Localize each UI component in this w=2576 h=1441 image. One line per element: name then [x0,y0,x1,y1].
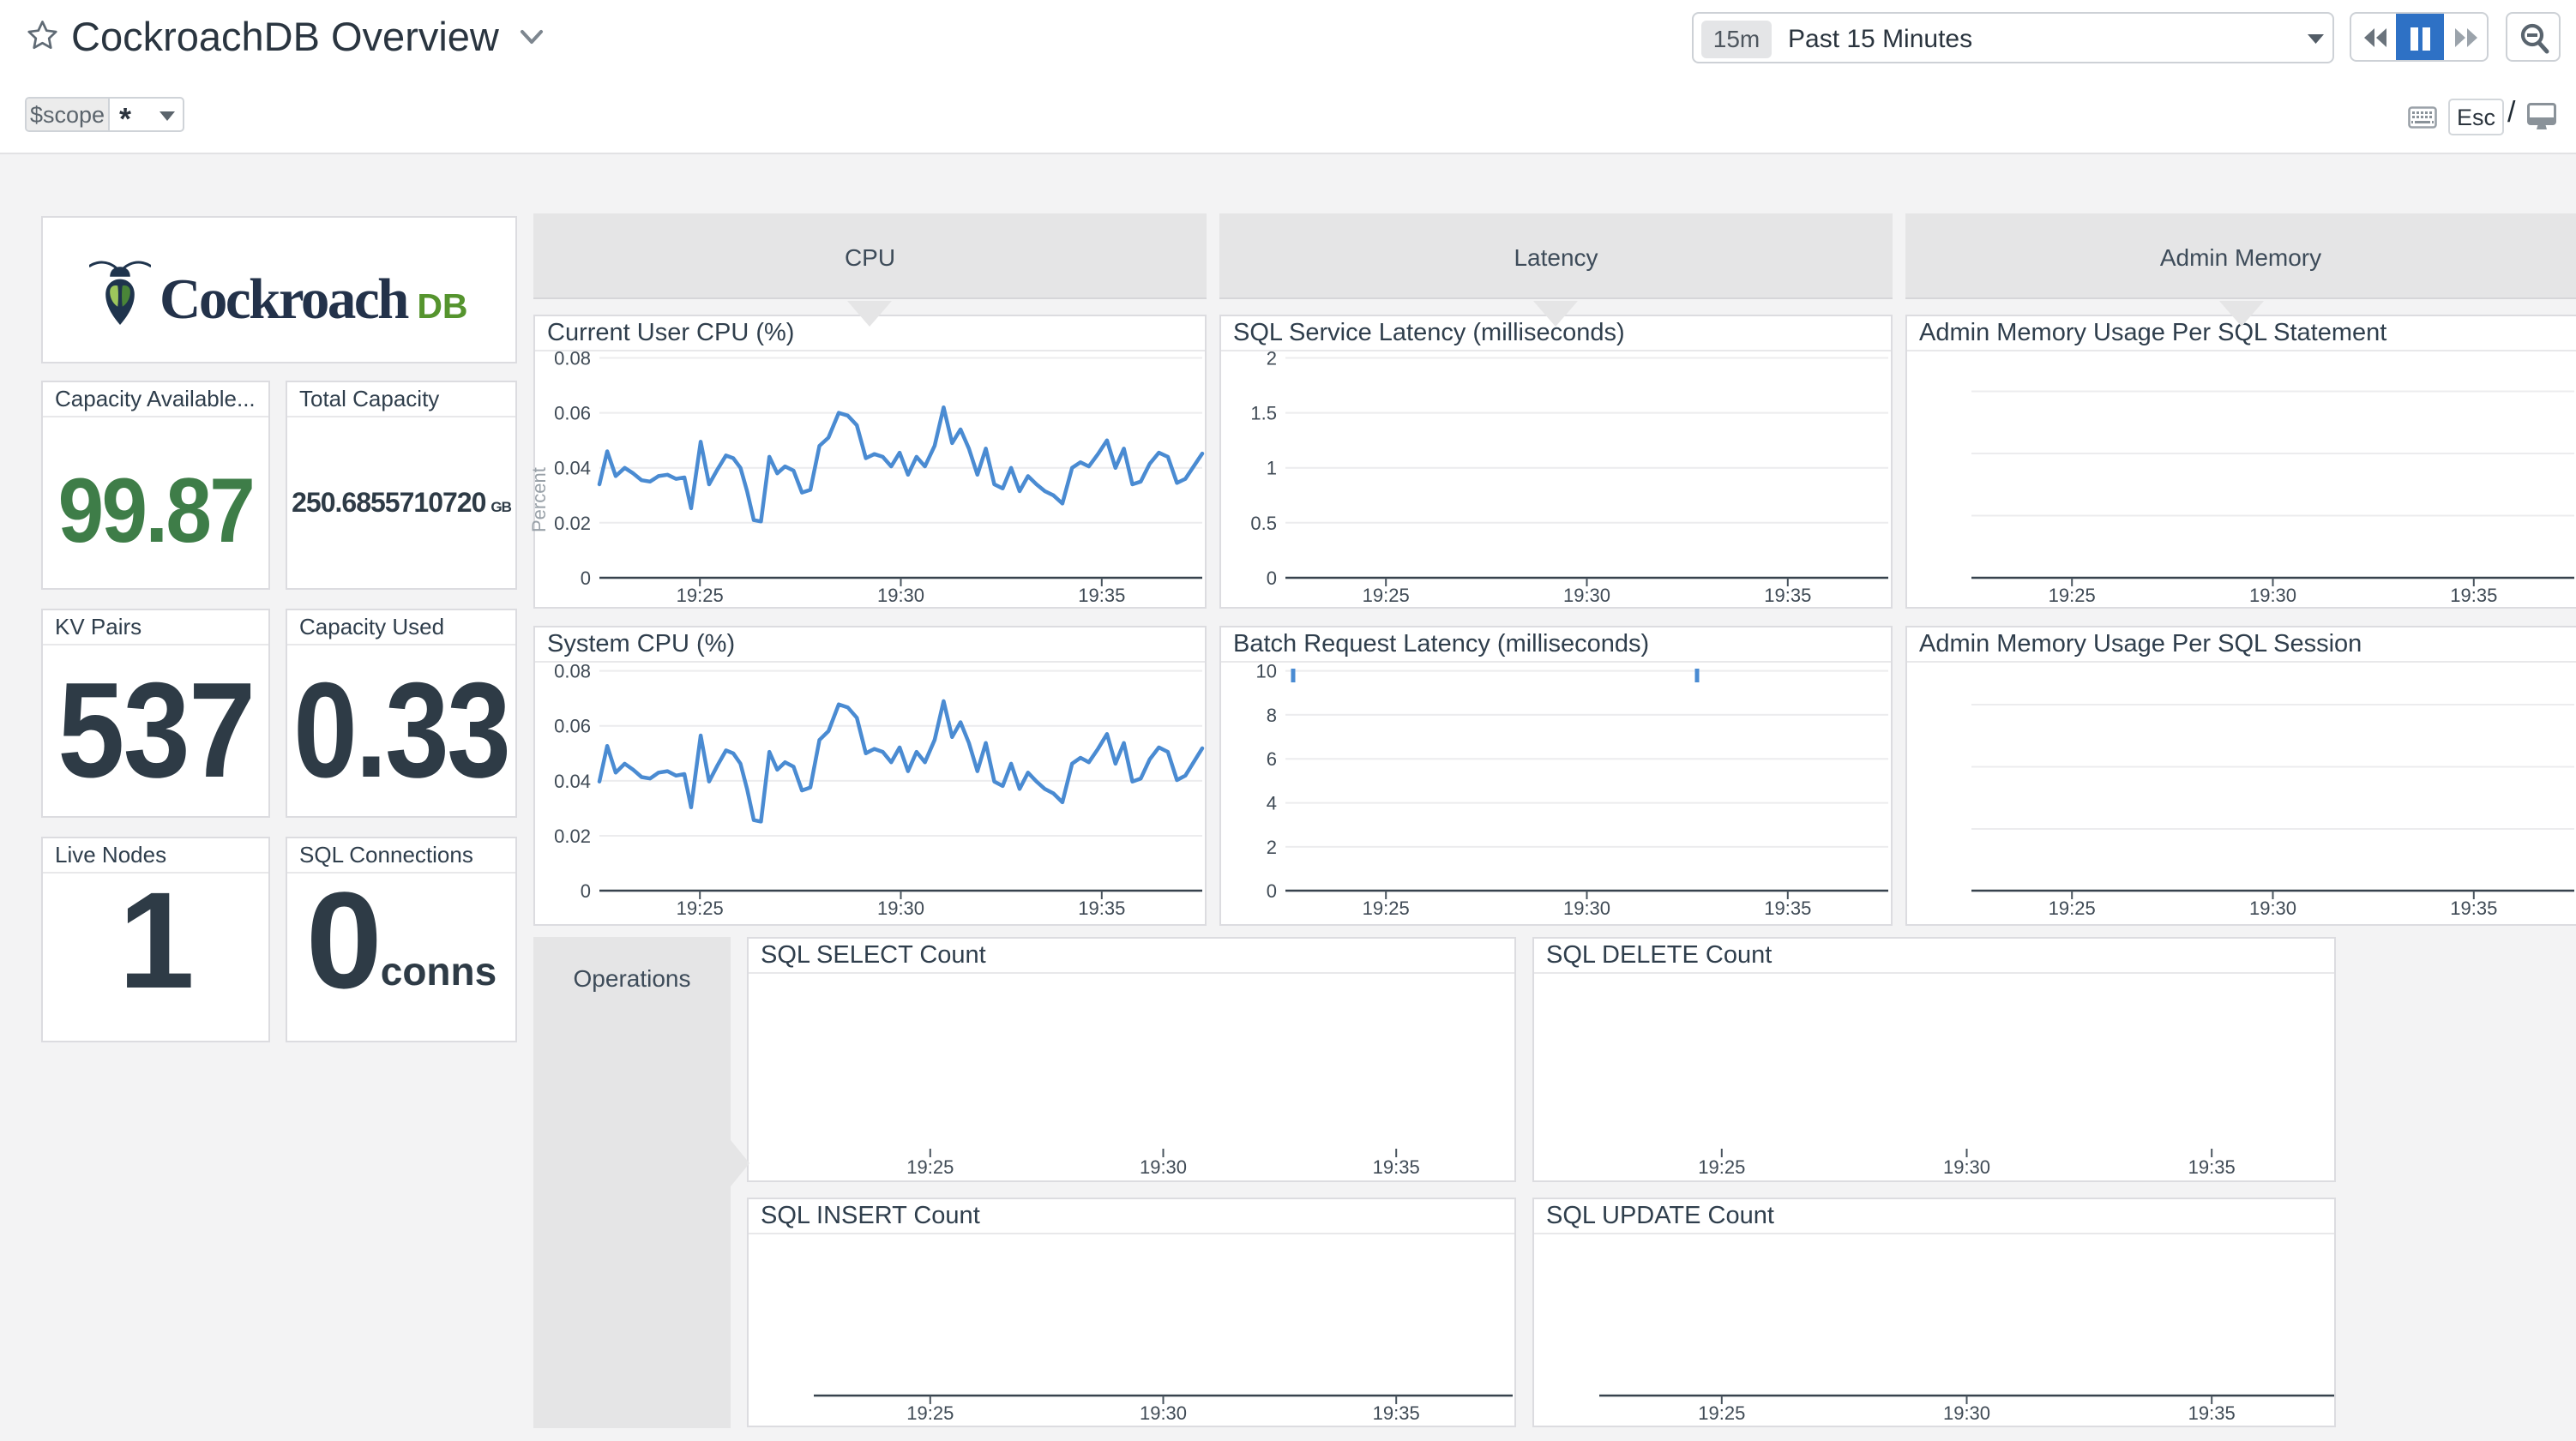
svg-text:19:25: 19:25 [906,1402,954,1424]
svg-text:2: 2 [1267,348,1277,369]
svg-text:10: 10 [1256,661,1277,682]
svg-text:1.5: 1.5 [1250,403,1277,424]
svg-text:0.04: 0.04 [554,771,591,792]
svg-text:19:30: 19:30 [1943,1402,1990,1424]
svg-text:4: 4 [1267,793,1277,814]
svg-text:19:35: 19:35 [2188,1156,2236,1178]
svg-text:19:25: 19:25 [1698,1402,1745,1424]
svg-text:19:30: 19:30 [877,585,924,606]
svg-text:0.08: 0.08 [554,348,591,369]
svg-text:0.02: 0.02 [554,513,591,534]
svg-text:0.06: 0.06 [554,716,591,737]
svg-text:19:30: 19:30 [877,898,924,919]
svg-text:19:30: 19:30 [1563,898,1610,919]
svg-text:19:25: 19:25 [1698,1156,1745,1178]
svg-text:19:25: 19:25 [1363,898,1410,919]
svg-text:19:25: 19:25 [677,585,724,606]
svg-text:0.5: 0.5 [1250,513,1277,534]
svg-text:19:25: 19:25 [677,898,724,919]
svg-text:19:35: 19:35 [2450,898,2497,919]
svg-text:19:35: 19:35 [1078,898,1125,919]
svg-text:0.08: 0.08 [554,661,591,682]
svg-text:0: 0 [581,880,591,902]
svg-text:19:35: 19:35 [1373,1402,1420,1424]
svg-text:19:25: 19:25 [2049,898,2096,919]
svg-text:0: 0 [1267,567,1277,589]
svg-text:19:25: 19:25 [906,1156,954,1178]
svg-text:19:35: 19:35 [1764,898,1811,919]
svg-text:19:25: 19:25 [1363,585,1410,606]
svg-text:0.04: 0.04 [554,458,591,479]
svg-text:19:35: 19:35 [2188,1402,2236,1424]
svg-text:19:30: 19:30 [1140,1402,1187,1424]
svg-text:19:35: 19:35 [1373,1156,1420,1178]
svg-text:19:30: 19:30 [2249,898,2296,919]
svg-text:19:30: 19:30 [1943,1156,1990,1178]
svg-text:19:35: 19:35 [1078,585,1125,606]
svg-text:19:25: 19:25 [2049,585,2096,606]
svg-text:8: 8 [1267,705,1277,726]
svg-text:19:35: 19:35 [2450,585,2497,606]
svg-text:0.02: 0.02 [554,826,591,847]
svg-text:19:30: 19:30 [1563,585,1610,606]
svg-text:19:30: 19:30 [1140,1156,1187,1178]
svg-text:2: 2 [1267,837,1277,858]
svg-text:0.06: 0.06 [554,403,591,424]
svg-text:6: 6 [1267,748,1277,770]
svg-text:19:35: 19:35 [1764,585,1811,606]
svg-text:19:30: 19:30 [2249,585,2296,606]
svg-text:0: 0 [1267,880,1277,902]
svg-text:1: 1 [1267,458,1277,479]
svg-text:0: 0 [581,567,591,589]
